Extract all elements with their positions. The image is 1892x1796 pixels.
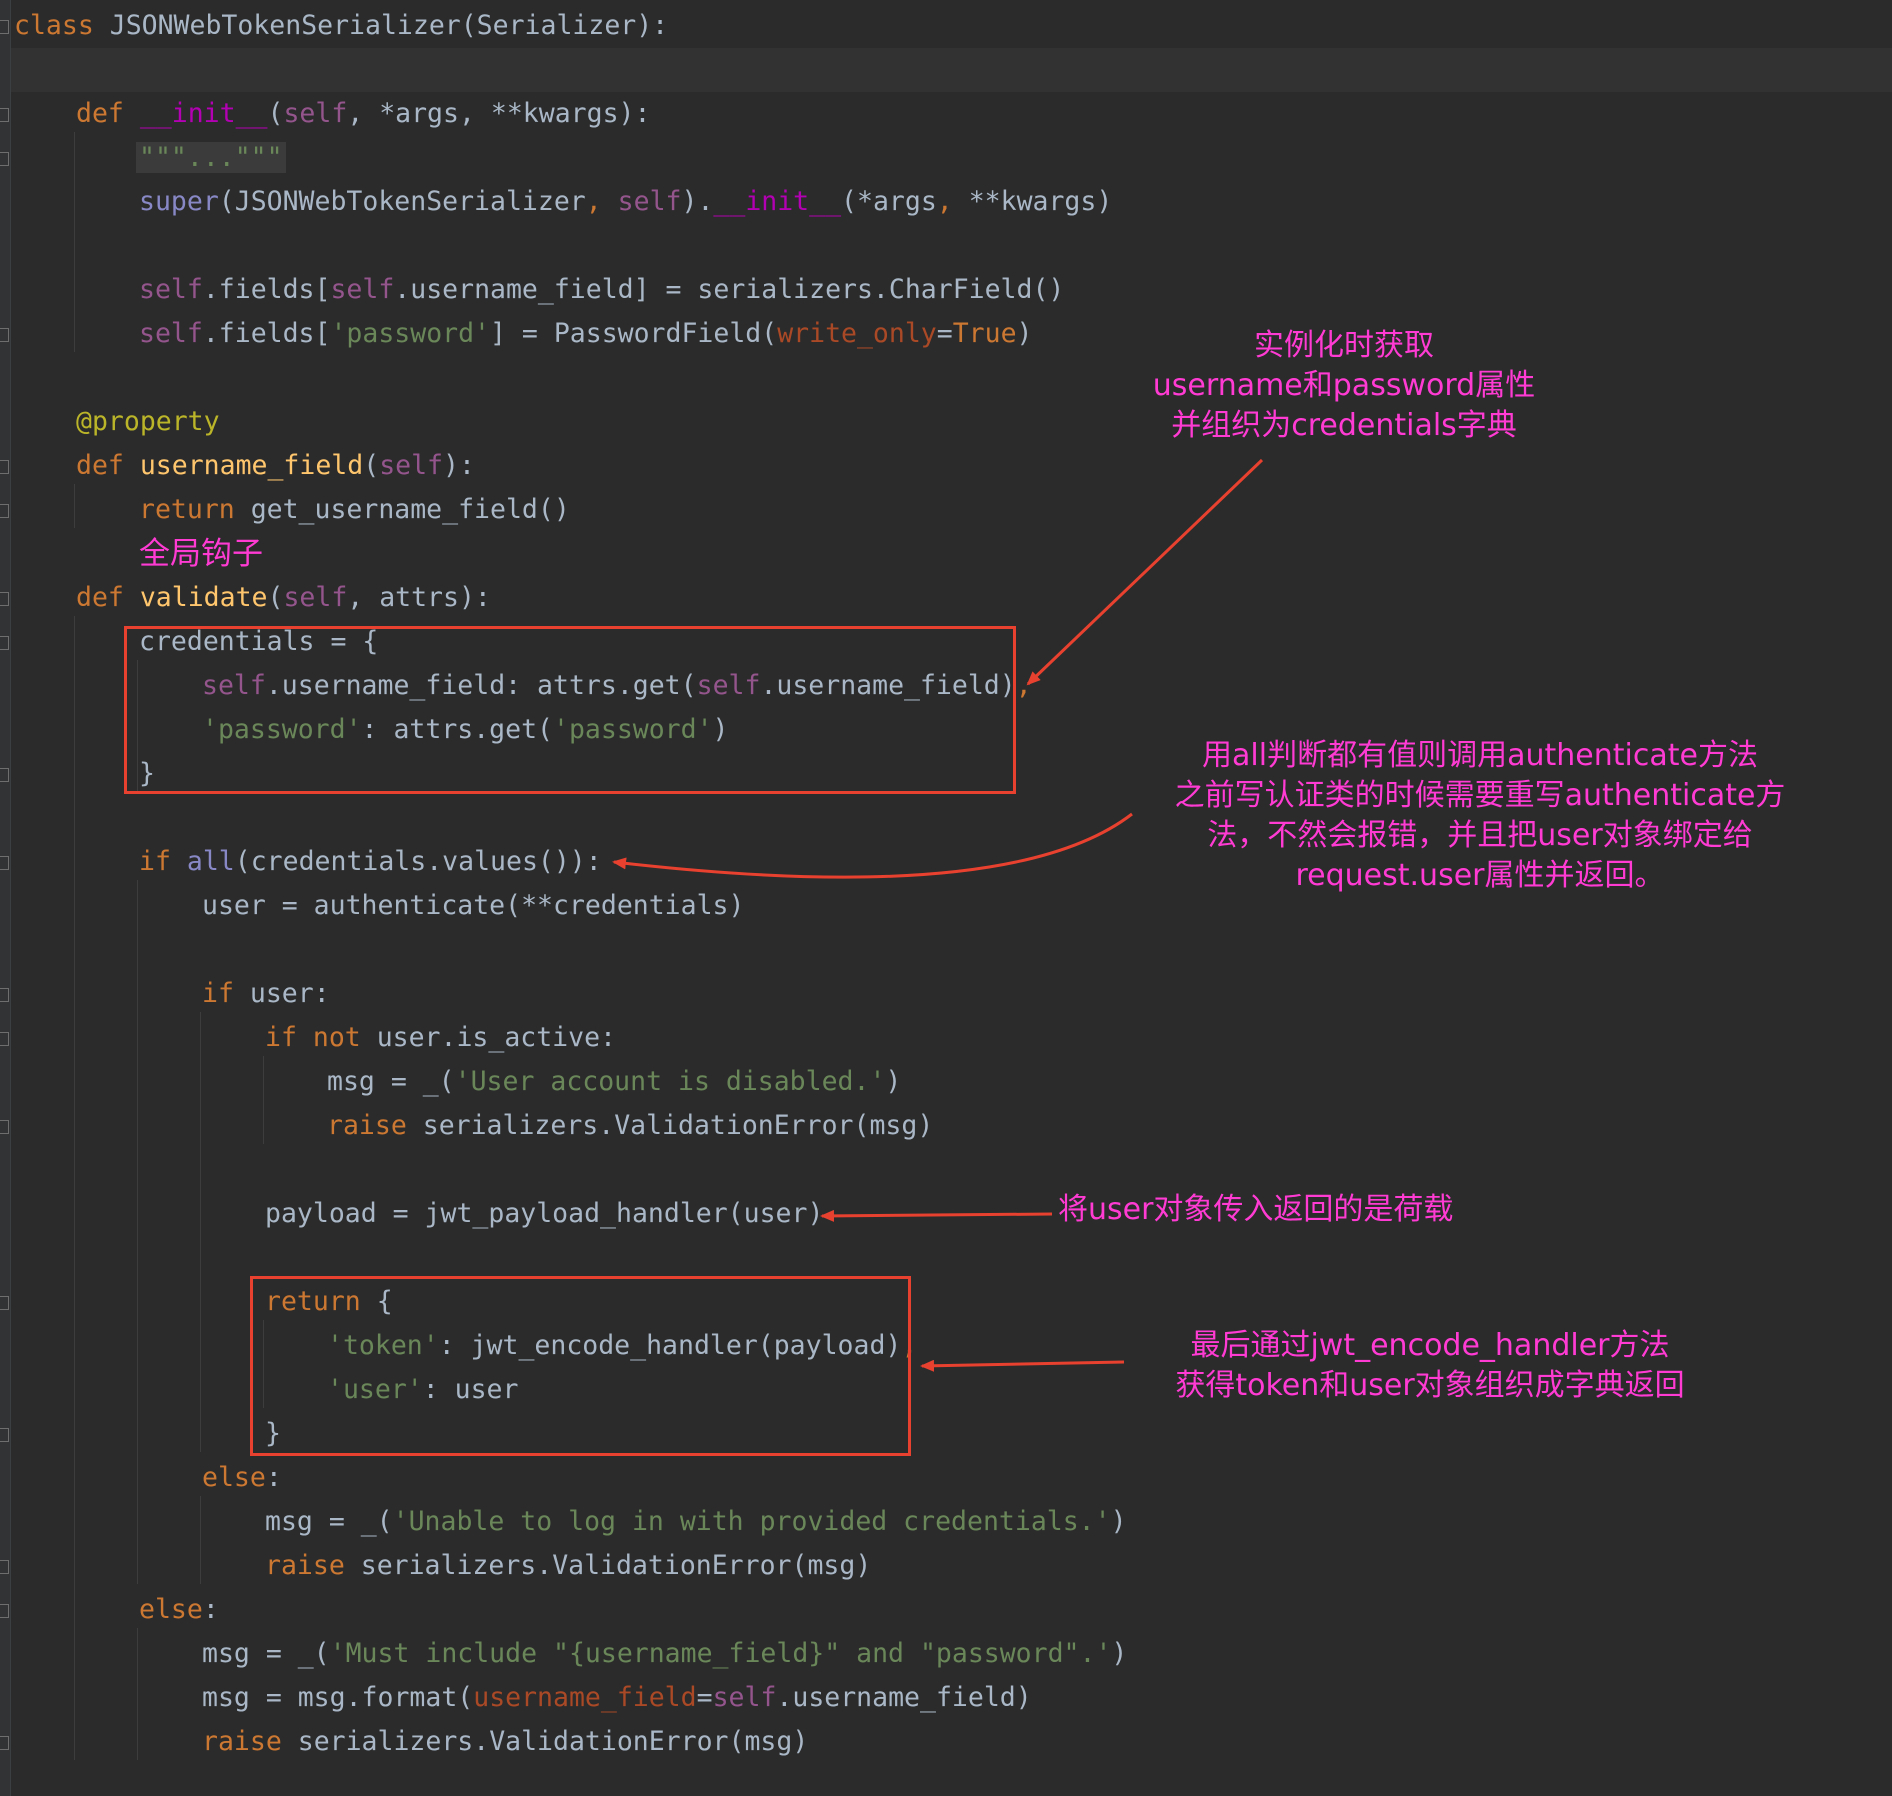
annotation-line: 法，不然会报错，并且把user对象绑定给 <box>1207 818 1753 853</box>
annotation-line: 之前写认证类的时候需要重写authenticate方 <box>1174 778 1786 813</box>
credentials-arrow <box>1026 458 1264 686</box>
all-arrow <box>612 812 1133 879</box>
return-annotation: 最后通过jwt_encode_handler方法 获得token和user对象组… <box>1160 1326 1700 1406</box>
annotation-line: 用all判断都有值则调用authenticate方法 <box>1202 738 1758 773</box>
annotation-line: 并组织为credentials字典 <box>1171 408 1517 443</box>
return-arrow <box>920 1359 1125 1372</box>
annotation-line: request.user属性并返回。 <box>1295 858 1665 893</box>
annotation-arrows <box>612 458 1264 1372</box>
all-check-annotation: 用all判断都有值则调用authenticate方法 之前写认证类的时候需要重写… <box>1154 736 1806 896</box>
payload-annotation: 将user对象传入返回的是荷载 <box>1058 1192 1454 1227</box>
annotation-line: 获得token和user对象组织成字典返回 <box>1175 1368 1685 1403</box>
annotation-line: username和password属性 <box>1152 368 1536 403</box>
payload-arrow <box>820 1209 1053 1222</box>
credentials-annotation: 实例化时获取 username和password属性 并组织为credentia… <box>1144 326 1544 446</box>
annotation-line: 实例化时获取 <box>1254 328 1434 363</box>
annotation-line: 最后通过jwt_encode_handler方法 <box>1190 1328 1670 1363</box>
